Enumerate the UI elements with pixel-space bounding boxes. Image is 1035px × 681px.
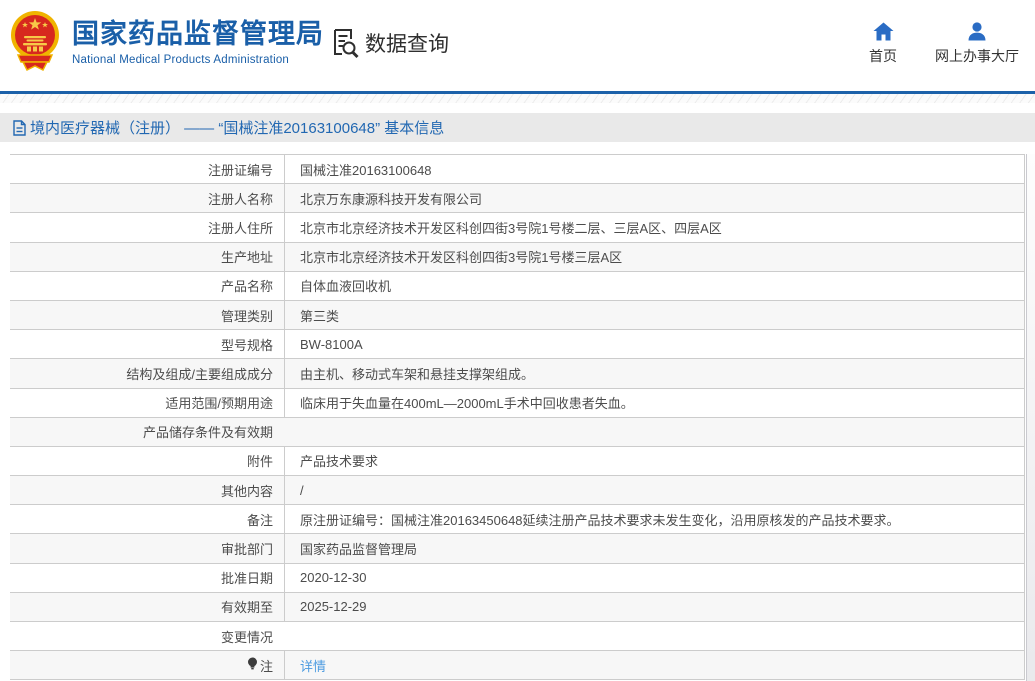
row-value: 国械注准20163100648	[284, 155, 1024, 183]
row-label-text: 注册人住所	[208, 218, 273, 237]
row-value	[284, 622, 1024, 650]
row-value: 2020-12-30	[284, 564, 1024, 592]
table-row: 结构及组成/主要组成成分由主机、移动式车架和悬挂支撑架组成。	[10, 358, 1024, 387]
row-label: 注	[10, 651, 284, 679]
row-label: 型号规格	[10, 330, 284, 358]
row-label: 变更情况	[10, 622, 284, 650]
table-row: 备注原注册证编号：国械注准20163450648延续注册产品技术要求未发生变化，…	[10, 504, 1024, 533]
nav-home-label: 首页	[869, 46, 897, 66]
row-value: 北京市北京经济技术开发区科创四街3号院1号楼三层A区	[284, 243, 1024, 271]
row-label-text: 生产地址	[221, 247, 273, 266]
row-label-text: 适用范围/预期用途	[165, 393, 273, 412]
row-value: 原注册证编号：国械注准20163450648延续注册产品技术要求未发生变化，沿用…	[284, 505, 1024, 533]
row-label: 审批部门	[10, 534, 284, 562]
row-label: 注册人住所	[10, 213, 284, 241]
row-label: 批准日期	[10, 564, 284, 592]
table-row: 审批部门国家药品监督管理局	[10, 533, 1024, 562]
table-row: 管理类别第三类	[10, 300, 1024, 329]
table-row: 注册证编号国械注准20163100648	[10, 154, 1024, 183]
row-label-text: 附件	[247, 451, 273, 470]
row-label: 结构及组成/主要组成成分	[10, 359, 284, 387]
row-value: 第三类	[284, 301, 1024, 329]
row-value	[284, 418, 1024, 446]
site-subtitle: National Medical Products Administration	[72, 54, 324, 66]
table-row: 其他内容 /	[10, 475, 1024, 504]
table-row: 附件产品技术要求	[10, 446, 1024, 475]
row-value: 北京万东康源科技开发有限公司	[284, 184, 1024, 212]
row-label: 注册人名称	[10, 184, 284, 212]
table-row: 型号规格 BW-8100A	[10, 329, 1024, 358]
table-row: 变更情况	[10, 621, 1024, 650]
row-value: 北京市北京经济技术开发区科创四街3号院1号楼二层、三层A区、四层A区	[284, 213, 1024, 241]
row-label: 有效期至	[10, 593, 284, 621]
row-label-text: 其他内容	[221, 481, 273, 500]
table-row: 注 详情	[10, 650, 1024, 679]
row-label-text: 审批部门	[221, 539, 273, 558]
table-row: 注册人住所北京市北京经济技术开发区科创四街3号院1号楼二层、三层A区、四层A区	[10, 212, 1024, 241]
breadcrumb: 境内医疗器械（注册） —— “国械注准20163100648” 基本信息	[0, 113, 1035, 142]
top-nav: 首页 网上办事大厅	[869, 22, 1019, 66]
row-label: 备注	[10, 505, 284, 533]
nav-home[interactable]: 首页	[869, 22, 897, 66]
row-label-text: 批准日期	[221, 568, 273, 587]
content-area: 注册证编号国械注准20163100648注册人名称北京万东康源科技开发有限公司注…	[0, 154, 1035, 680]
site-title: 国家药品监督管理局	[72, 18, 324, 50]
table-row: 生产地址北京市北京经济技术开发区科创四街3号院1号楼三层A区	[10, 242, 1024, 271]
brand: 国家药品监督管理局 National Medical Products Admi…	[10, 8, 324, 76]
row-label: 生产地址	[10, 243, 284, 271]
table-row: 有效期至 2025-12-29	[10, 592, 1024, 621]
user-icon	[967, 22, 987, 41]
row-value: 国家药品监督管理局	[284, 534, 1024, 562]
site-header: 国家药品监督管理局 National Medical Products Admi…	[0, 0, 1035, 91]
row-label-text: 注册人名称	[208, 189, 273, 208]
row-value: /	[284, 476, 1024, 504]
nav-service-hall-label: 网上办事大厅	[935, 46, 1019, 66]
national-emblem-logo	[10, 8, 60, 76]
row-label: 管理类别	[10, 301, 284, 329]
row-label: 产品名称	[10, 272, 284, 300]
registration-info-table: 注册证编号国械注准20163100648注册人名称北京万东康源科技开发有限公司注…	[10, 154, 1025, 680]
breadcrumb-text: 境内医疗器械（注册） —— “国械注准20163100648” 基本信息	[30, 117, 444, 138]
row-label-text: 产品储存条件及有效期	[143, 422, 273, 441]
row-value: 由主机、移动式车架和悬挂支撑架组成。	[284, 359, 1024, 387]
document-icon	[13, 120, 26, 136]
row-value: 临床用于失血量在400mL—2000mL手术中回收患者失血。	[284, 389, 1024, 417]
row-label-text: 管理类别	[221, 306, 273, 325]
table-row: 产品名称自体血液回收机	[10, 271, 1024, 300]
table-row: 批准日期 2020-12-30	[10, 563, 1024, 592]
detail-link[interactable]: 详情	[300, 656, 326, 675]
row-label-text: 注册证编号	[208, 160, 273, 179]
row-value: 2025-12-29	[284, 593, 1024, 621]
hatch-strip	[0, 94, 1035, 103]
brand-text: 国家药品监督管理局 National Medical Products Admi…	[72, 18, 324, 65]
row-label: 其他内容	[10, 476, 284, 504]
row-label-text: 有效期至	[221, 597, 273, 616]
row-label-text: 结构及组成/主要组成成分	[126, 364, 273, 383]
row-label: 产品储存条件及有效期	[10, 418, 284, 446]
table-row: 产品储存条件及有效期	[10, 417, 1024, 446]
row-label-text: 变更情况	[221, 627, 273, 646]
row-value: 产品技术要求	[284, 447, 1024, 475]
row-label-text: 产品名称	[221, 276, 273, 295]
bulb-icon	[247, 657, 258, 674]
data-query-label: 数据查询	[365, 28, 449, 58]
table-row: 注册人名称北京万东康源科技开发有限公司	[10, 183, 1024, 212]
row-label: 附件	[10, 447, 284, 475]
row-label-text: 注	[260, 656, 273, 675]
row-label: 注册证编号	[10, 155, 284, 183]
document-search-icon	[330, 27, 360, 59]
row-value: BW-8100A	[284, 330, 1024, 358]
home-icon	[873, 22, 894, 41]
table-row: 适用范围/预期用途临床用于失血量在400mL—2000mL手术中回收患者失血。	[10, 388, 1024, 417]
row-label: 适用范围/预期用途	[10, 389, 284, 417]
vertical-scrollbar[interactable]	[1026, 154, 1035, 681]
row-value: 自体血液回收机	[284, 272, 1024, 300]
row-label-text: 备注	[247, 510, 273, 529]
nav-service-hall[interactable]: 网上办事大厅	[935, 22, 1019, 66]
data-query-section[interactable]: 数据查询	[330, 27, 449, 59]
row-value: 详情	[284, 651, 1024, 679]
row-label-text: 型号规格	[221, 335, 273, 354]
